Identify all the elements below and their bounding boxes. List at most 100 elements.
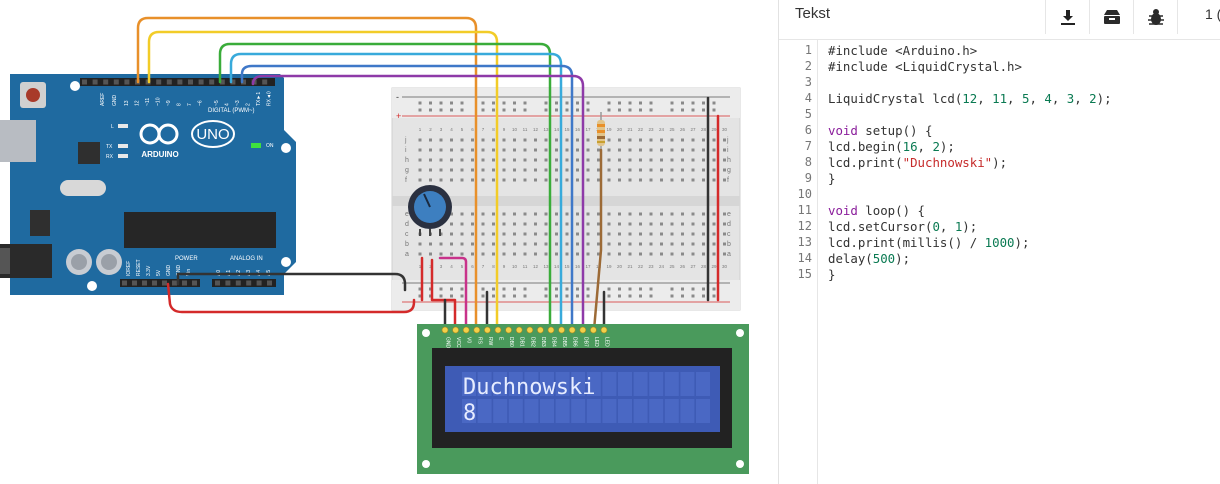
lcd-line-1: Duchnowski: [463, 375, 595, 400]
page-indicator: 1 (: [1205, 6, 1220, 22]
pin-label: ~3: [235, 100, 241, 106]
circuit-canvas[interactable]: UNO ARDUINO DIGITAL (PWM~) POWER ANALOG …: [0, 0, 778, 484]
column-number: 28: [701, 264, 707, 269]
line-number-gutter: 1 2 3 4 5 6 7 8 9 10 11 12 13 14 15: [779, 40, 818, 484]
column-number: 26: [680, 127, 686, 132]
row-letter: j: [726, 137, 729, 144]
column-number: 19: [606, 264, 612, 269]
line-number: 3: [804, 75, 812, 89]
lcd-pin-label: LED: [604, 337, 610, 347]
row-letter: b: [727, 241, 731, 248]
column-number: 17: [585, 127, 591, 132]
lcd-pin-label: V0: [466, 337, 472, 343]
column-number: 25: [669, 264, 675, 269]
code-line[interactable]: lcd.begin(16, 2);: [828, 139, 955, 154]
code-line[interactable]: void setup() {: [828, 123, 932, 138]
line-number: 12: [797, 219, 812, 233]
on-led: [251, 143, 261, 148]
editor-mode-title[interactable]: Tekst: [795, 5, 830, 22]
column-number: 16: [575, 127, 581, 132]
analog-header: [212, 279, 276, 287]
code-line[interactable]: delay(500);: [828, 251, 910, 266]
code-line[interactable]: lcd.print("Duchnowski");: [828, 155, 1007, 170]
debug-button[interactable]: [1133, 0, 1178, 34]
pin-label: 4: [225, 103, 231, 106]
model-label: UNO: [196, 126, 229, 143]
lcd-16x2[interactable]: Duchnowski 8 GND VCC V0 RS RW E DB0 DB1 DB2 DB3 DB…: [417, 324, 749, 474]
lcd-pin-label: VCC: [455, 337, 461, 348]
column-number: 12: [533, 127, 539, 132]
pin-label: 3.3V: [146, 265, 152, 276]
lcd-pin-label: DB4: [551, 337, 557, 347]
rail-plus-label: +: [396, 111, 401, 121]
column-number: 19: [606, 127, 612, 132]
code-editor[interactable]: 1 2 3 4 5 6 7 8 9 10 11 12 13 14 15 #include <Arduino.…: [779, 40, 1220, 484]
column-number: 15: [564, 264, 570, 269]
lcd-pin-label: DB5: [561, 337, 567, 347]
pin-label: 2: [246, 103, 252, 106]
line-number: 13: [797, 235, 812, 249]
pin-label: 7: [187, 103, 193, 106]
pin-label: 5V: [156, 269, 162, 276]
row-letter: a: [727, 251, 731, 258]
row-letter: f: [405, 177, 407, 184]
circuit-svg[interactable]: UNO ARDUINO DIGITAL (PWM~) POWER ANALOG …: [0, 0, 778, 484]
line-number: 6: [804, 123, 812, 137]
pin-label: IOREF: [126, 261, 132, 276]
l-led-label: L: [111, 124, 114, 130]
tx-label: TX: [106, 144, 113, 150]
pin-label: ~9: [166, 100, 172, 106]
column-number: 23: [648, 127, 654, 132]
lcd-pin-label: RS: [476, 337, 482, 345]
column-number: 12: [533, 264, 539, 269]
code-line[interactable]: LiquidCrystal lcd(12, 11, 5, 4, 3, 2);: [828, 91, 1112, 106]
column-number: 22: [638, 127, 644, 132]
column-number: 17: [585, 264, 591, 269]
lcd-pin-label: DB0: [508, 337, 514, 347]
line-number: 8: [804, 155, 812, 169]
column-number: 14: [554, 264, 560, 269]
arduino-uno-board[interactable]: UNO ARDUINO DIGITAL (PWM~) POWER ANALOG …: [0, 74, 296, 295]
atmega-chip: [124, 212, 276, 248]
lcd-pin-label: DB7: [582, 337, 588, 347]
column-number: 11: [523, 127, 528, 132]
code-line[interactable]: }: [828, 267, 835, 282]
column-number: 10: [512, 264, 518, 269]
analog-label: ANALOG IN: [230, 256, 263, 262]
download-button[interactable]: [1045, 0, 1090, 34]
code-line[interactable]: #include <LiquidCrystal.h>: [828, 59, 1022, 74]
column-number: 21: [627, 264, 633, 269]
column-number: 23: [648, 264, 654, 269]
code-line[interactable]: }: [828, 171, 835, 186]
pin-label: AREF: [100, 93, 106, 106]
code-line[interactable]: #include <Arduino.h>: [828, 43, 977, 58]
code-line[interactable]: lcd.print(millis() / 1000);: [828, 235, 1029, 250]
line-number: 5: [804, 107, 812, 121]
row-letter: f: [727, 177, 729, 184]
library-button[interactable]: [1089, 0, 1134, 34]
column-number: 29: [711, 127, 717, 132]
row-letter: c: [405, 231, 409, 238]
pin-label: ~5: [214, 100, 220, 106]
usb-port: [0, 120, 36, 162]
line-number: 7: [804, 139, 812, 153]
column-number: 25: [669, 127, 675, 132]
column-number: 24: [659, 264, 665, 269]
pin-label: GND: [112, 95, 118, 107]
row-letter: e: [405, 211, 409, 218]
lcd-pin-label: LED: [593, 337, 599, 347]
power-label: POWER: [175, 256, 198, 262]
code-line[interactable]: void loop() {: [828, 203, 925, 218]
lcd-pin-label: DB2: [529, 337, 535, 347]
column-number: 15: [564, 127, 570, 132]
column-number: 29: [711, 264, 717, 269]
row-letter: j: [404, 137, 407, 144]
line-number: 11: [797, 203, 812, 217]
code-line[interactable]: lcd.setCursor(0, 1);: [828, 219, 977, 234]
column-number: 27: [690, 264, 696, 269]
lcd-pin-label: DB6: [572, 337, 578, 347]
lcd-pin-label: DB1: [519, 337, 525, 347]
pin-label: 13: [124, 100, 130, 106]
line-number: 15: [797, 267, 812, 281]
row-letter: g: [405, 167, 409, 174]
